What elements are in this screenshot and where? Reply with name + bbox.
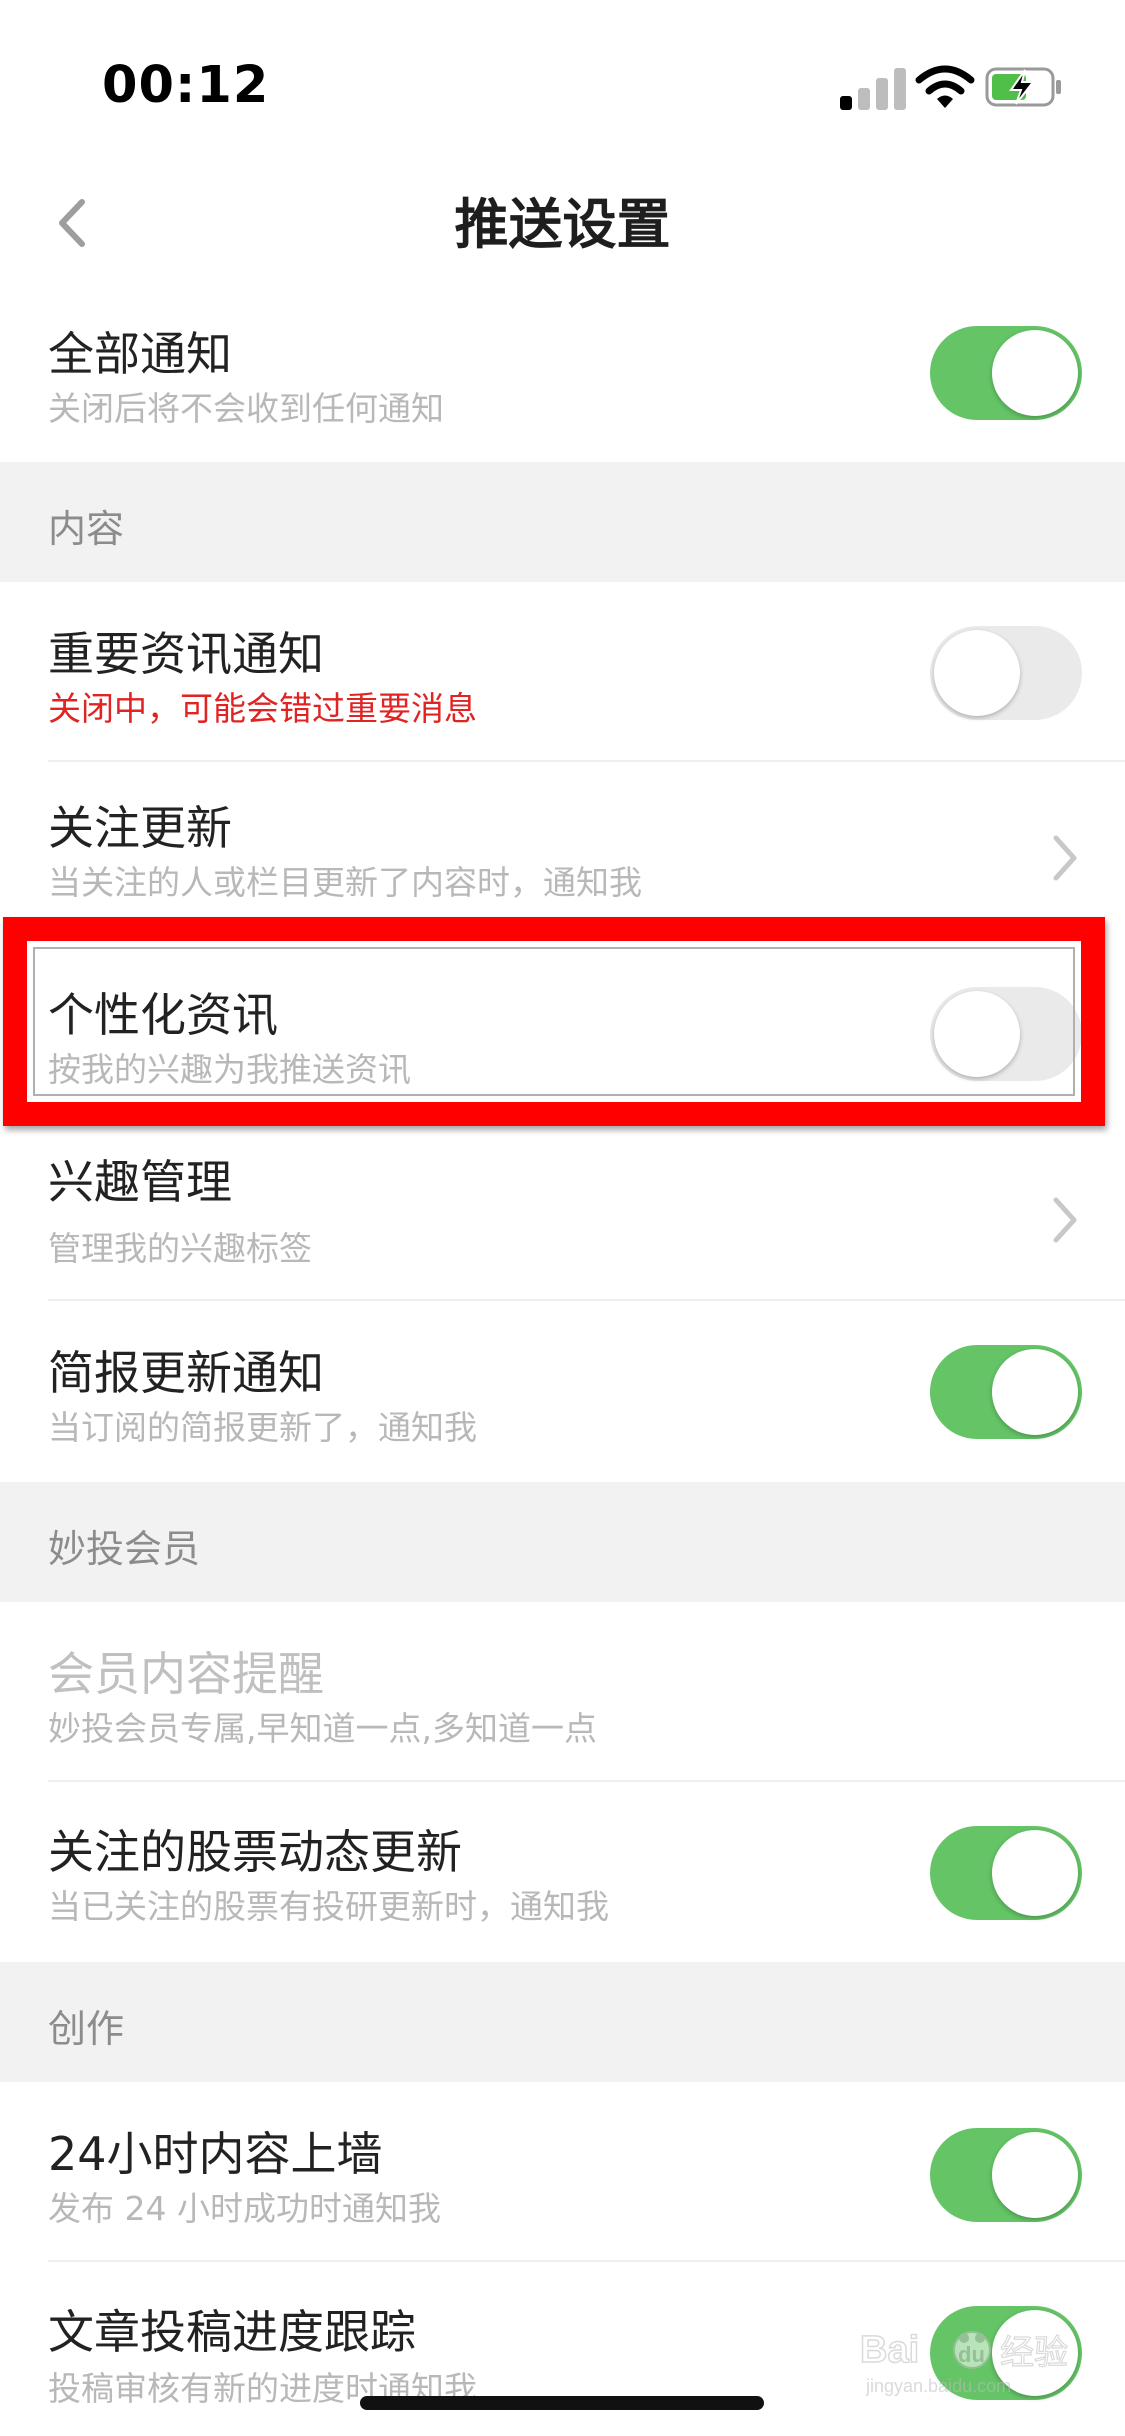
page-title: 推送设置 [454,193,671,256]
setting-row-follow[interactable]: 关注更新 当关注的人或栏目更新了内容时，通知我 [0,762,1125,917]
setting-row-personal: 个性化资讯 按我的兴趣为我推送资讯 [0,917,1125,1126]
section-label: 内容 [48,507,125,551]
setting-subtitle: 当关注的人或栏目更新了内容时，通知我 [48,863,642,902]
setting-row-wall: 24小时内容上墙 发布 24 小时成功时通知我 [0,2082,1125,2262]
setting-row-all-notify: 全部通知 关闭后将不会收到任何通知 [0,300,1125,462]
warning-subtitle: 关闭中，可能会错过重要消息 [48,689,477,728]
setting-title: 兴趣管理 [48,1155,232,1209]
cellular-signal-icon [840,66,910,110]
setting-title: 重要资讯通知 [48,627,324,681]
all-notify-toggle[interactable] [930,326,1082,420]
section-header-create: 创作 [0,1962,1125,2082]
important-news-toggle[interactable] [930,626,1082,720]
toggle-knob [934,630,1020,716]
section-label: 妙投会员 [48,1527,201,1571]
section-label: 创作 [48,2007,125,2051]
toggle-knob [992,2132,1078,2218]
stock-update-toggle[interactable] [930,1826,1082,1920]
setting-row-interest[interactable]: 兴趣管理 管理我的兴趣标签 [0,1126,1125,1301]
status-time: 00:12 [102,56,270,115]
navigation-bar: 推送设置 [0,150,1125,300]
setting-subtitle: 当订阅的简报更新了，通知我 [48,1408,477,1447]
battery-charging-icon [985,67,1061,107]
section-header-content: 内容 [0,462,1125,582]
wifi-icon [915,65,975,108]
setting-title: 文章投稿进度跟踪 [48,2305,416,2359]
setting-subtitle: 发布 24 小时成功时通知我 [48,2189,441,2228]
baidu-jingyan-watermark: Bai du 经验 jingyan.baidu.com [860,2328,1069,2396]
setting-title: 24小时内容上墙 [48,2127,383,2181]
personalized-news-toggle[interactable] [930,987,1082,1081]
setting-row-brief: 简报更新通知 当订阅的简报更新了，通知我 [0,1301,1125,1482]
setting-subtitle: 管理我的兴趣标签 [48,1229,312,1268]
toggle-knob [992,330,1078,416]
setting-subtitle: 当已关注的股票有投研更新时，通知我 [48,1887,609,1926]
setting-subtitle: 妙投会员专属,早知道一点,多知道一点 [48,1709,597,1748]
watermark-url: jingyan.baidu.com [865,2376,1011,2396]
setting-title: 简报更新通知 [48,1346,324,1400]
home-indicator[interactable] [360,2396,764,2410]
setting-title: 会员内容提醒 [48,1647,324,1701]
brief-update-toggle[interactable] [930,1345,1082,1439]
wall-toggle[interactable] [930,2128,1082,2222]
setting-row-member: 会员内容提醒 妙投会员专属,早知道一点,多知道一点 [0,1602,1125,1782]
watermark-cn: 经验 [1000,2333,1068,2373]
toggle-knob [934,991,1020,1077]
toggle-knob [992,1349,1078,1435]
setting-row-important: 重要资讯通知 关闭中，可能会错过重要消息 [0,582,1125,762]
chevron-right-icon [1053,1197,1077,1243]
section-header-member: 妙投会员 [0,1482,1125,1602]
watermark-brand: Bai [860,2329,919,2371]
watermark-suffix: du [958,2342,985,2367]
setting-subtitle: 关闭后将不会收到任何通知 [48,389,444,428]
setting-title: 个性化资讯 [48,988,278,1042]
setting-title: 全部通知 [48,327,232,381]
setting-row-stock: 关注的股票动态更新 当已关注的股票有投研更新时，通知我 [0,1782,1125,1962]
setting-subtitle: 按我的兴趣为我推送资讯 [48,1050,411,1089]
chevron-right-icon [1053,835,1077,881]
toggle-knob [992,1830,1078,1916]
setting-title: 关注更新 [48,801,232,855]
status-bar: 00:12 [0,0,1125,150]
setting-title: 关注的股票动态更新 [48,1825,462,1879]
